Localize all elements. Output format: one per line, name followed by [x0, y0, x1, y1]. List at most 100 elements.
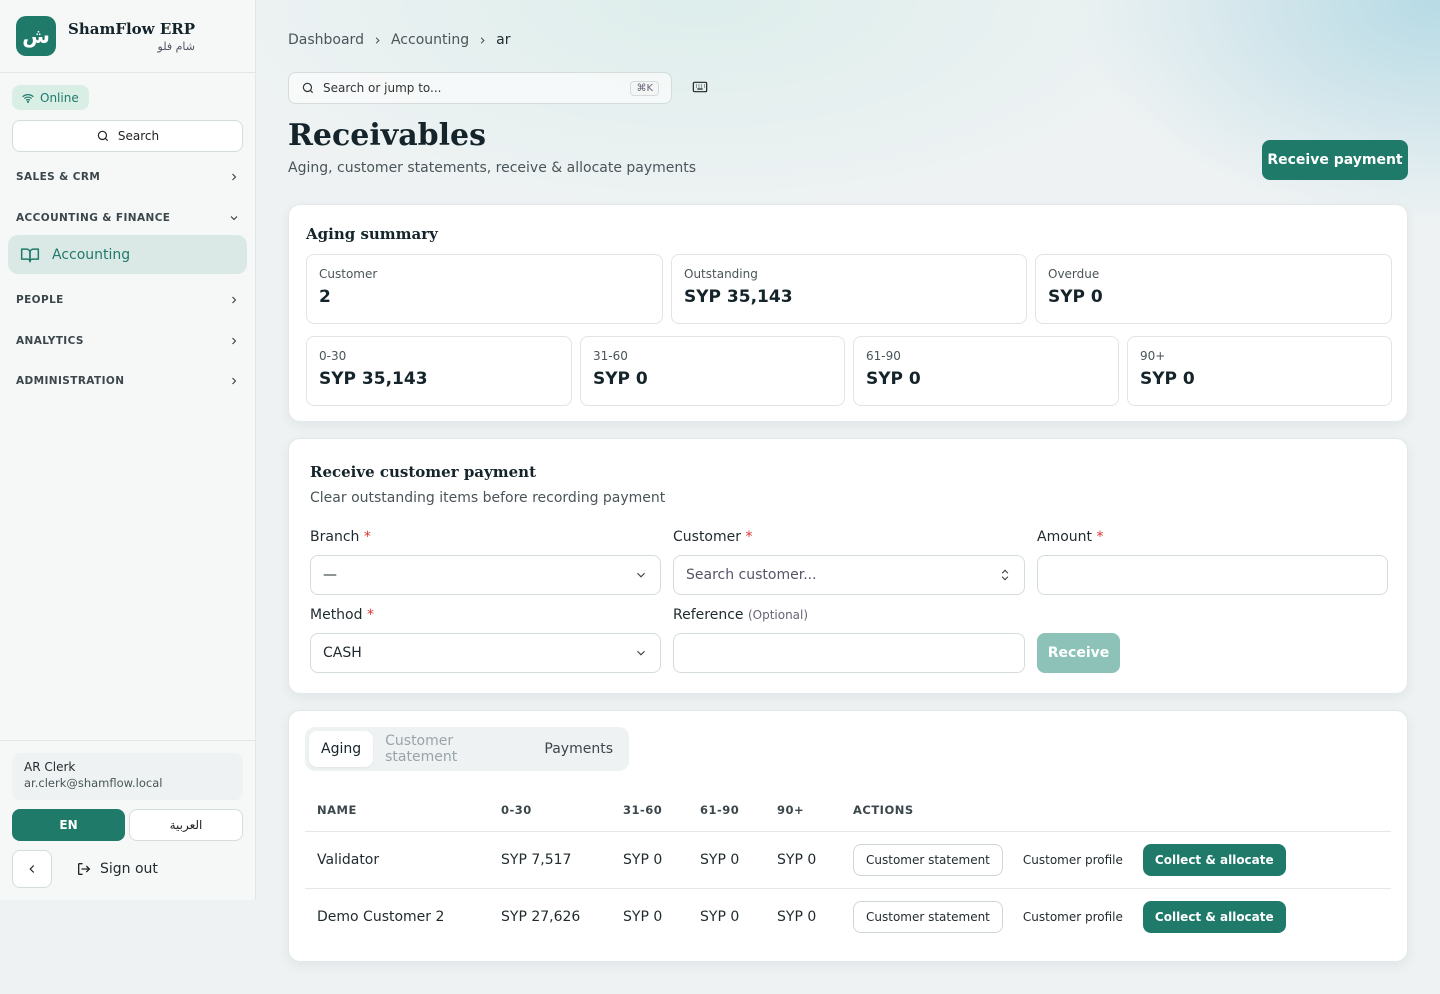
- optional-hint: (Optional): [747, 608, 809, 622]
- receive-payment-card: Receive customer payment Clear outstandi…: [288, 438, 1408, 694]
- customer-profile-button[interactable]: Customer profile: [1011, 901, 1135, 933]
- breadcrumb-dashboard[interactable]: Dashboard: [288, 32, 364, 48]
- required-mark: *: [1096, 529, 1104, 545]
- receive-payment-title: Receive customer payment: [310, 463, 536, 481]
- stat-bucket-90-plus: 90+ SYP 0: [1127, 336, 1392, 406]
- nav-section-people[interactable]: PEOPLE: [16, 290, 240, 310]
- brand-logo: ش: [16, 16, 56, 56]
- table-row: Validator SYP 7,517 SYP 0 SYP 0 SYP 0 Cu…: [305, 831, 1391, 889]
- receive-submit-button[interactable]: Receive: [1037, 633, 1120, 673]
- stat-bucket-61-90: 61-90 SYP 0: [853, 336, 1119, 406]
- customer-statement-button[interactable]: Customer statement: [853, 843, 1003, 876]
- chevron-down-icon: [228, 212, 240, 224]
- user-card: AR Clerk ar.clerk@shamflow.local: [12, 753, 243, 800]
- page-title: Receivables: [288, 118, 486, 153]
- stat-value: SYP 35,143: [684, 287, 793, 307]
- column-header-90-plus: 90+: [765, 789, 841, 832]
- aging-summary-title: Aging summary: [306, 225, 438, 243]
- customer-label-text: Customer: [673, 529, 742, 545]
- user-email: ar.clerk@shamflow.local: [24, 776, 163, 790]
- stat-label: 31-60: [593, 349, 628, 363]
- bucket-61-90-cell: SYP 0: [700, 908, 740, 925]
- brand-name: ShamFlow ERP: [68, 19, 195, 38]
- branch-select[interactable]: —: [310, 555, 661, 595]
- shortcut-hint: ⌘K: [630, 80, 659, 96]
- chevron-left-icon: [25, 862, 39, 876]
- nav-section-accounting-finance[interactable]: ACCOUNTING & FINANCE: [16, 208, 240, 228]
- nav-section-label: PEOPLE: [16, 294, 64, 306]
- customer-combobox[interactable]: Search customer...: [673, 555, 1025, 595]
- aging-table-card: Aging Customer statement Payments NAME 0…: [288, 710, 1408, 962]
- sidebar-search-button[interactable]: Search: [12, 120, 243, 152]
- tab-customer-statement[interactable]: Customer statement: [373, 731, 532, 767]
- column-header-0-30: 0-30: [489, 789, 611, 832]
- nav-section-label: SALES & CRM: [16, 171, 101, 183]
- actions-cell: Customer statement Customer profile Coll…: [841, 831, 1391, 889]
- stat-overdue: Overdue SYP 0: [1035, 254, 1392, 324]
- customer-statement-button[interactable]: Customer statement: [853, 900, 1003, 933]
- branch-select-value: —: [323, 567, 337, 583]
- tab-payments[interactable]: Payments: [532, 731, 625, 767]
- language-en-button[interactable]: EN: [12, 809, 125, 841]
- sidebar-item-label: Accounting: [52, 246, 131, 263]
- search-icon: [96, 129, 110, 143]
- collect-allocate-button[interactable]: Collect & allocate: [1142, 900, 1286, 933]
- bucket-0-30-cell: SYP 27,626: [501, 908, 581, 925]
- nav-section-analytics[interactable]: ANALYTICS: [16, 331, 240, 351]
- receive-payment-button[interactable]: Receive payment: [1262, 140, 1408, 180]
- global-search-input[interactable]: Search or jump to... ⌘K: [288, 72, 672, 104]
- aging-table: NAME 0-30 31-60 61-90 90+ ACTIONS Valida…: [305, 789, 1391, 945]
- column-header-61-90: 61-90: [688, 789, 765, 832]
- search-icon: [301, 81, 315, 95]
- sidebar-item-accounting[interactable]: Accounting: [8, 235, 247, 274]
- nav-section-sales-crm[interactable]: SALES & CRM: [16, 167, 240, 187]
- required-mark: *: [363, 529, 371, 545]
- user-name: AR Clerk: [24, 760, 76, 774]
- user-block: AR Clerk ar.clerk@shamflow.local EN العر…: [0, 740, 256, 900]
- language-ar-button[interactable]: العربية: [129, 809, 243, 841]
- stat-label: 61-90: [866, 349, 901, 363]
- branch-label: Branch *: [310, 529, 371, 545]
- stat-customer: Customer 2: [306, 254, 663, 324]
- global-search-placeholder: Search or jump to...: [323, 81, 442, 95]
- sign-out-button[interactable]: Sign out: [76, 850, 158, 888]
- collect-allocate-button[interactable]: Collect & allocate: [1142, 843, 1286, 876]
- reference-input[interactable]: [673, 633, 1025, 673]
- method-select[interactable]: CASH: [310, 633, 661, 673]
- online-status-badge: Online: [12, 85, 89, 110]
- brand[interactable]: ش ShamFlow ERP شام فلو: [0, 0, 255, 73]
- chevron-right-icon: [228, 171, 240, 183]
- nav-section-label: ACCOUNTING & FINANCE: [16, 212, 171, 224]
- method-label-text: Method: [310, 607, 363, 623]
- customer-name-cell: Validator: [305, 831, 489, 889]
- stat-label: Customer: [319, 267, 378, 281]
- amount-input[interactable]: [1037, 555, 1388, 595]
- customer-combobox-placeholder: Search customer...: [686, 567, 817, 583]
- tab-aging[interactable]: Aging: [309, 731, 374, 767]
- required-mark: *: [366, 607, 374, 623]
- wifi-icon: [22, 92, 34, 104]
- reference-label: Reference (Optional): [673, 607, 808, 623]
- column-header-actions: ACTIONS: [841, 789, 1391, 832]
- chevron-down-icon: [634, 646, 648, 660]
- online-status-label: Online: [40, 90, 79, 105]
- stat-label: Outstanding: [684, 267, 758, 281]
- page-subtitle: Aging, customer statements, receive & al…: [288, 160, 697, 176]
- required-mark: *: [745, 529, 753, 545]
- nav-section-label: ADMINISTRATION: [16, 375, 125, 387]
- customer-profile-button[interactable]: Customer profile: [1011, 844, 1135, 876]
- bucket-0-30-cell: SYP 7,517: [489, 831, 611, 889]
- stat-value: SYP 0: [1140, 369, 1195, 389]
- stat-value: 2: [319, 287, 331, 307]
- bucket-61-90-cell: SYP 0: [688, 831, 765, 889]
- collapse-sidebar-button[interactable]: [12, 850, 52, 888]
- nav-section-administration[interactable]: ADMINISTRATION: [16, 371, 240, 391]
- breadcrumb-accounting[interactable]: Accounting: [391, 32, 469, 48]
- breadcrumb-current: ar: [496, 32, 511, 48]
- receive-payment-subtitle: Clear outstanding items before recording…: [310, 490, 666, 506]
- reference-label-text: Reference: [673, 607, 744, 623]
- branch-label-text: Branch: [310, 529, 360, 545]
- chevron-right-icon: [228, 294, 240, 306]
- actions-cell: Customer statement Customer profile Coll…: [841, 888, 1391, 945]
- keyboard-icon[interactable]: [692, 80, 708, 94]
